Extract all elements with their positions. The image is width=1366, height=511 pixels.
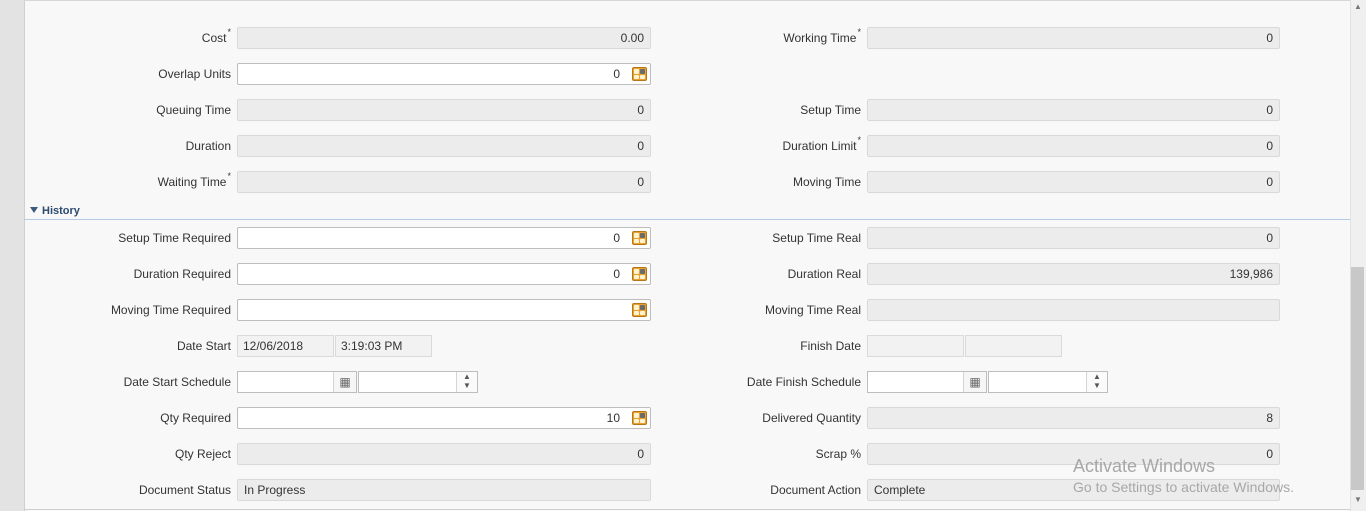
waiting-time-field: 0 — [237, 171, 651, 193]
setup-time-label: Setup Time — [800, 103, 861, 117]
duration-required-input[interactable]: 0 — [237, 263, 651, 285]
collapse-triangle-icon[interactable] — [30, 207, 38, 213]
duration-limit-label: Duration Limit* — [660, 134, 861, 158]
cost-label-text: Cost — [201, 31, 227, 45]
overlap-units-value: 0 — [613, 67, 620, 81]
date-start-time-field: 3:19:03 PM — [335, 335, 432, 357]
required-marker: * — [857, 135, 861, 145]
calendar-icon[interactable]: ▦ — [963, 372, 986, 392]
setup-time-real-field: 0 — [867, 227, 1280, 249]
calculator-icon[interactable] — [632, 411, 647, 425]
duration-label: Duration — [185, 139, 231, 153]
calculator-icon[interactable] — [632, 267, 647, 281]
spinner-icon[interactable]: ▲ ▼ — [1086, 372, 1107, 392]
required-marker: * — [227, 171, 231, 181]
scroll-down-icon[interactable]: ▼ — [1352, 495, 1364, 505]
date-start-label: Date Start — [176, 339, 231, 353]
date-start-date-field: 12/06/2018 — [237, 335, 334, 357]
duration-required-value: 0 — [613, 267, 620, 281]
moving-time-label: Moving Time — [792, 175, 861, 189]
moving-time-real-label: Moving Time Real — [764, 303, 861, 317]
working-time-label: Working Time* — [660, 26, 861, 50]
cost-label: Cost* — [30, 26, 231, 50]
setup-time-field: 0 — [867, 99, 1280, 121]
document-action-label: Document Action — [770, 483, 861, 497]
top-divider — [24, 0, 1350, 1]
required-marker: * — [857, 27, 861, 37]
finish-date-date-field — [867, 335, 964, 357]
qty-required-value: 10 — [606, 411, 620, 425]
waiting-time-label: Waiting Time* — [30, 170, 231, 194]
duration-limit-label-text: Duration Limit — [782, 139, 857, 153]
delivered-quantity-label: Delivered Quantity — [762, 411, 861, 425]
date-start-schedule-label: Date Start Schedule — [123, 375, 231, 389]
moving-time-required-label: Moving Time Required — [110, 303, 231, 317]
duration-required-label: Duration Required — [133, 267, 231, 281]
calculator-icon[interactable] — [632, 303, 647, 317]
finish-date-time-field — [965, 335, 1062, 357]
working-time-field: 0 — [867, 27, 1280, 49]
finish-date-label: Finish Date — [800, 339, 861, 353]
document-status-label: Document Status — [138, 483, 231, 497]
delivered-quantity-field: 8 — [867, 407, 1280, 429]
date-start-schedule-date-input[interactable]: ▦ — [237, 371, 357, 393]
moving-time-field: 0 — [867, 171, 1280, 193]
duration-real-label: Duration Real — [787, 267, 861, 281]
working-time-label-text: Working Time — [783, 31, 857, 45]
queuing-time-label: Queuing Time — [156, 103, 231, 117]
setup-time-real-label: Setup Time Real — [772, 231, 861, 245]
document-action-field[interactable]: Complete — [867, 479, 1280, 501]
moving-time-real-field — [867, 299, 1280, 321]
qty-reject-label: Qty Reject — [174, 447, 231, 461]
calendar-icon[interactable]: ▦ — [333, 372, 356, 392]
setup-time-required-label: Setup Time Required — [118, 231, 231, 245]
calculator-icon[interactable] — [632, 67, 647, 81]
history-section-title: History — [42, 205, 80, 217]
moving-time-required-input[interactable] — [237, 299, 651, 321]
required-marker: * — [227, 27, 231, 37]
history-section-header[interactable]: History — [24, 201, 1350, 220]
date-finish-schedule-time-input[interactable]: ▲ ▼ — [988, 371, 1108, 393]
spinner-icon[interactable]: ▲ ▼ — [456, 372, 477, 392]
scroll-up-icon[interactable]: ▲ — [1352, 2, 1364, 12]
date-finish-schedule-date-input[interactable]: ▦ — [867, 371, 987, 393]
duration-field: 0 — [237, 135, 651, 157]
scrap-percent-field: 0 — [867, 443, 1280, 465]
left-edge-panel — [0, 0, 25, 511]
duration-real-field: 139,986 — [867, 263, 1280, 285]
qty-required-input[interactable]: 10 — [237, 407, 651, 429]
scrap-percent-label: Scrap % — [815, 447, 861, 461]
overlap-units-label: Overlap Units — [158, 67, 231, 81]
document-status-field: In Progress — [237, 479, 651, 501]
date-start-schedule-time-input[interactable]: ▲ ▼ — [358, 371, 478, 393]
cost-field: 0.00 — [237, 27, 651, 49]
queuing-time-field: 0 — [237, 99, 651, 121]
qty-reject-field: 0 — [237, 443, 651, 465]
setup-time-required-input[interactable]: 0 — [237, 227, 651, 249]
waiting-time-label-text: Waiting Time — [157, 175, 227, 189]
qty-required-label: Qty Required — [160, 411, 231, 425]
scrollbar-thumb[interactable] — [1351, 267, 1364, 490]
calculator-icon[interactable] — [632, 231, 647, 245]
date-finish-schedule-label: Date Finish Schedule — [746, 375, 861, 389]
bottom-divider — [24, 509, 1350, 510]
duration-limit-field: 0 — [867, 135, 1280, 157]
overlap-units-input[interactable]: 0 — [237, 63, 651, 85]
setup-time-required-value: 0 — [613, 231, 620, 245]
